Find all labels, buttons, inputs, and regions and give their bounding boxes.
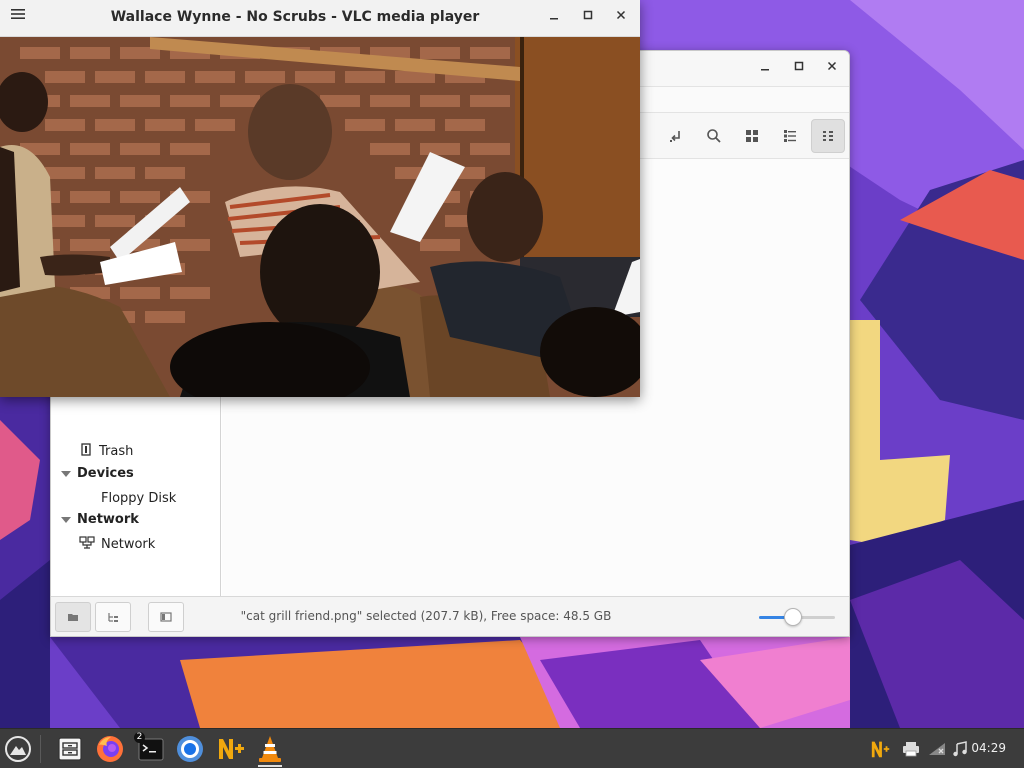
sidebar-section-network[interactable]: Network — [61, 512, 139, 527]
hamburger-menu-icon[interactable] — [6, 7, 30, 29]
maximize-icon[interactable] — [576, 7, 600, 29]
video-frame[interactable] — [0, 37, 640, 397]
icon-view-icon[interactable] — [735, 119, 769, 153]
expander-icon[interactable] — [61, 470, 71, 477]
music-icon[interactable] — [949, 738, 971, 760]
places-toggle-button[interactable] — [55, 602, 91, 632]
minimize-icon[interactable] — [753, 57, 777, 81]
taskbar-separator — [40, 735, 41, 763]
toggle-sidebar-button[interactable] — [148, 602, 184, 632]
compact-view-icon[interactable] — [811, 119, 845, 153]
app-menu-icon[interactable] — [0, 731, 36, 767]
zoom-slider[interactable] — [759, 608, 835, 626]
file-manager-icon[interactable] — [52, 731, 88, 767]
sidebar-item-floppy-disk[interactable]: Floppy Disk — [79, 489, 176, 507]
status-bar: "cat grill friend.png" selected (207.7 k… — [51, 596, 849, 636]
taskbar: 2 04:29 — [0, 728, 1024, 768]
nplus-icon[interactable] — [212, 731, 248, 767]
tree-toggle-button[interactable] — [95, 602, 131, 632]
firefox-icon[interactable] — [92, 731, 128, 767]
floppy-disk-icon — [79, 489, 95, 507]
close-icon[interactable] — [609, 7, 633, 29]
chromium-icon[interactable] — [172, 731, 208, 767]
nplus-tray-icon[interactable] — [870, 738, 892, 760]
network-icon — [79, 535, 95, 553]
status-text: "cat grill friend.png" selected (207.7 k… — [240, 609, 612, 623]
sidebar-section-devices[interactable]: Devices — [61, 466, 134, 481]
notification-badge: 2 — [134, 732, 145, 743]
sidebar-item-trash[interactable]: Trash — [79, 442, 133, 460]
window-title: Wallace Wynne - No Scrubs - VLC media pl… — [110, 9, 480, 25]
folder-icon — [68, 614, 78, 621]
trash-icon — [79, 442, 93, 460]
sidebar-item-label: Trash — [99, 443, 134, 459]
vlc-window: Wallace Wynne - No Scrubs - VLC media pl… — [0, 0, 640, 397]
go-to-location-icon[interactable] — [659, 119, 693, 153]
minimize-icon[interactable] — [542, 7, 566, 29]
sidebar-item-label: Network — [101, 536, 156, 552]
maximize-icon[interactable] — [787, 57, 811, 81]
list-view-icon[interactable] — [773, 119, 807, 153]
sidebar-section-label: Devices — [77, 466, 134, 481]
sidebar-item-network[interactable]: Network — [79, 535, 155, 553]
expander-icon[interactable] — [61, 516, 71, 523]
search-icon[interactable] — [697, 119, 731, 153]
sidebar-item-label: Floppy Disk — [101, 490, 177, 506]
sidebar-section-label: Network — [77, 512, 139, 527]
vlc-icon[interactable] — [252, 731, 288, 767]
close-icon[interactable] — [820, 57, 844, 81]
clock[interactable]: 04:29 — [971, 741, 1006, 755]
zoom-slider-handle[interactable] — [784, 608, 803, 626]
terminal-icon[interactable]: 2 — [132, 731, 168, 767]
printer-icon[interactable] — [900, 738, 922, 760]
vlc-titlebar[interactable]: Wallace Wynne - No Scrubs - VLC media pl… — [0, 0, 640, 37]
sidebar-icon — [160, 612, 172, 622]
network-disconnected-icon[interactable] — [926, 738, 948, 760]
tree-icon — [108, 613, 118, 622]
